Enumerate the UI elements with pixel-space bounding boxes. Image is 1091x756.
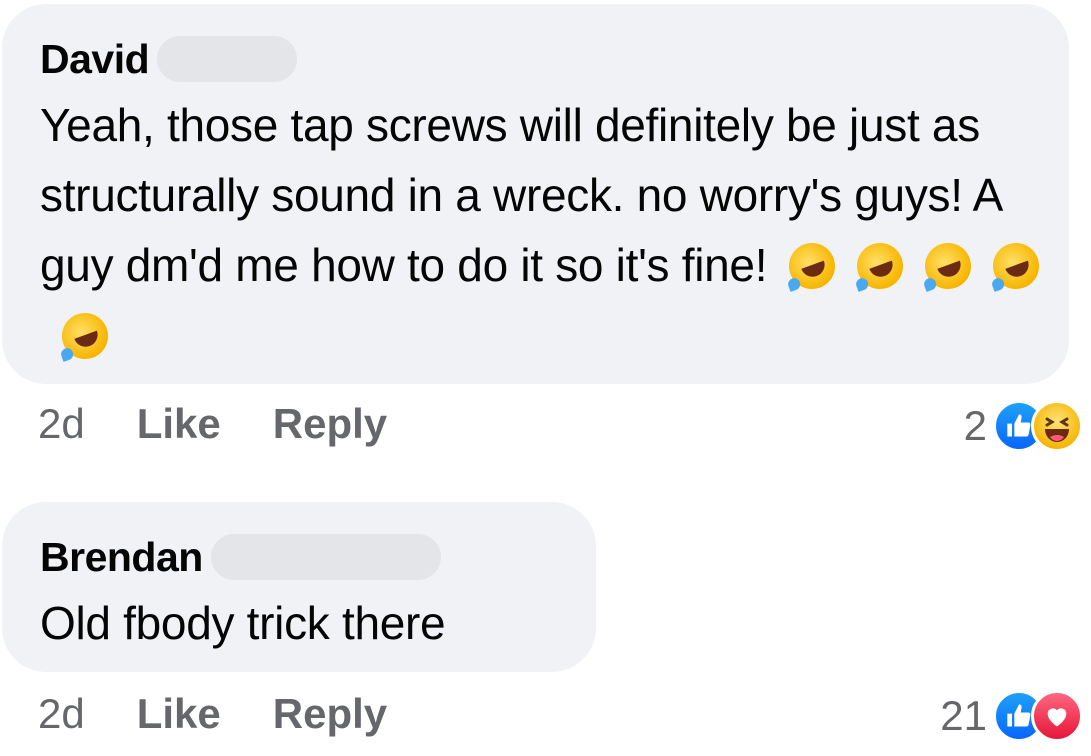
comment-timestamp[interactable]: 2d — [38, 400, 85, 448]
comment-bubble: David Yeah, those tap screws will defini… — [2, 4, 1069, 384]
comment-text: Old fbody trick there — [40, 588, 1050, 658]
like-button[interactable]: Like — [137, 400, 221, 448]
comment-timestamp[interactable]: 2d — [38, 690, 85, 738]
rofl-emoji-icon — [850, 236, 910, 296]
author-row: David — [40, 28, 1069, 90]
like-button[interactable]: Like — [137, 690, 221, 738]
reaction-count: 2 — [963, 402, 987, 449]
rofl-emoji-icon — [918, 236, 978, 296]
rofl-emoji-icon — [986, 236, 1046, 296]
reply-button[interactable]: Reply — [273, 690, 387, 738]
author-row: Brendan — [40, 526, 596, 588]
redacted-surname — [157, 36, 298, 82]
love-reaction-icon — [1031, 690, 1083, 742]
reaction-summary[interactable]: 21 — [940, 690, 1083, 742]
rofl-emoji-icon — [782, 236, 842, 296]
comment-bubble: Brendan Old fbody trick there — [2, 502, 596, 672]
reaction-summary[interactable]: 2 — [964, 400, 1083, 452]
comment-text: Yeah, those tap screws will definitely b… — [40, 90, 1050, 370]
redacted-surname — [210, 534, 441, 580]
haha-reaction-icon — [1031, 400, 1083, 452]
rofl-emoji-icon — [55, 306, 115, 366]
reaction-count: 21 — [940, 692, 987, 739]
reply-button[interactable]: Reply — [273, 400, 387, 448]
comment-author[interactable]: David — [40, 28, 150, 90]
comment-actions: 2d Like Reply — [38, 690, 439, 738]
comment-author[interactable]: Brendan — [40, 526, 203, 588]
comment-text-body: Old fbody trick there — [40, 597, 446, 649]
comment-actions: 2d Like Reply — [38, 400, 439, 448]
